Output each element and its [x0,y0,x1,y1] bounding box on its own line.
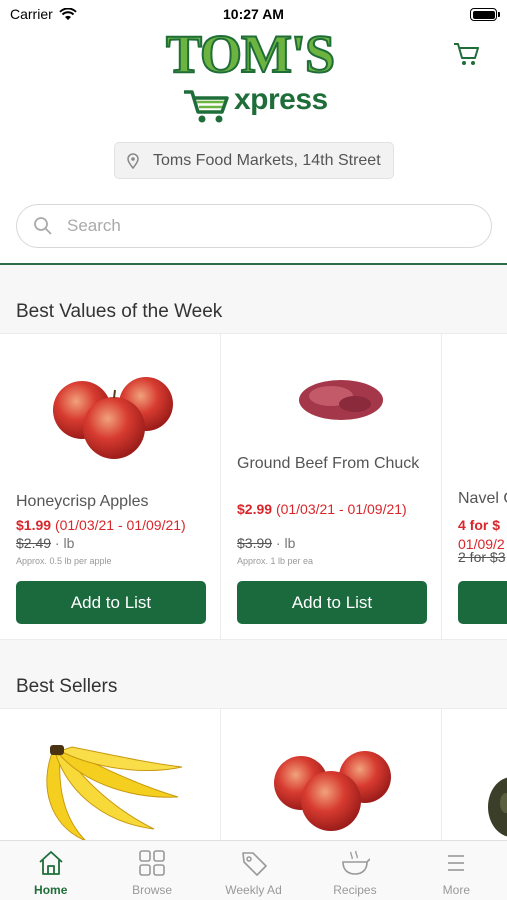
best-sellers-carousel[interactable] [0,708,507,841]
menu-icon [448,855,465,871]
section-title: Best Values of the Week [16,301,223,322]
product-approx: Approx. 0.5 lb per apple [16,556,112,566]
cart-icon[interactable] [453,42,479,66]
product-image-avocado [488,777,507,837]
product-price: $2.99 (01/03/21 - 01/09/21) [237,501,407,517]
location-pin-icon [127,152,139,169]
product-card[interactable] [442,709,507,840]
product-old-price: $2.49 · lb [16,535,75,551]
search-bar[interactable] [16,204,492,248]
cooking-pot-icon [342,850,370,875]
brand-logo: TOM'S xpress [160,24,350,126]
add-to-list-button[interactable]: Add to List [237,581,427,624]
search-input[interactable] [67,216,447,236]
tab-label: Home [34,883,68,897]
tab-label: More [442,883,470,897]
tab-label: Recipes [333,883,377,897]
clock: 10:27 AM [223,6,284,22]
product-price: $1.99 (01/03/21 - 01/09/21) [16,517,186,533]
product-card[interactable]: Ground Beef From Chuck $2.99 (01/03/21 -… [221,334,442,639]
product-old-price: 2 for $3 [458,549,506,565]
product-name: Honeycrisp Apples [16,493,149,510]
product-card[interactable] [0,709,221,840]
grid-icon [139,850,165,876]
section-title: Best Sellers [16,676,118,697]
tab-recipes[interactable]: Recipes [304,841,405,900]
product-approx: Approx. 1 lb per ea [237,556,314,566]
add-to-list-button[interactable] [458,581,507,624]
store-name: Toms Food Markets, 14th Street [153,151,381,169]
home-icon [39,851,63,875]
product-name: Navel O [458,490,507,507]
product-card[interactable] [221,709,442,840]
product-card[interactable]: Navel O 4 for $01/09/2 2 for $3 [442,334,507,639]
tag-icon [241,852,267,876]
store-selector[interactable]: Toms Food Markets, 14th Street [114,142,394,179]
section-header-best-sellers: Best Sellers [0,640,507,708]
tab-label: Weekly Ad [225,883,282,897]
product-old-price: $3.99 · lb [237,535,296,551]
tab-more[interactable]: More [406,841,507,900]
tab-browse[interactable]: Browse [101,841,202,900]
add-to-list-button[interactable]: Add to List [16,581,206,624]
section-header-best-values: Best Values of the Week [0,265,507,333]
logo-subtitle: xpress [234,83,328,116]
search-icon [34,217,52,235]
product-card[interactable]: Honeycrisp Apples $1.99 (01/03/21 - 01/0… [0,334,221,639]
product-image-apples [274,751,391,831]
tab-home[interactable]: Home [0,841,101,900]
tab-bar: Home Browse Weekly Ad Recipes More [0,840,507,900]
battery-icon [470,8,500,21]
product-image-apples [53,377,173,459]
logo-cart-icon [184,90,229,123]
best-values-carousel[interactable]: Honeycrisp Apples $1.99 (01/03/21 - 01/0… [0,333,507,640]
logo-title: TOM'S [165,24,336,84]
product-image-bananas [46,745,183,840]
tab-weekly-ad[interactable]: Weekly Ad [203,841,304,900]
tab-label: Browse [132,883,173,897]
product-name: Ground Beef From Chuck [237,455,420,472]
